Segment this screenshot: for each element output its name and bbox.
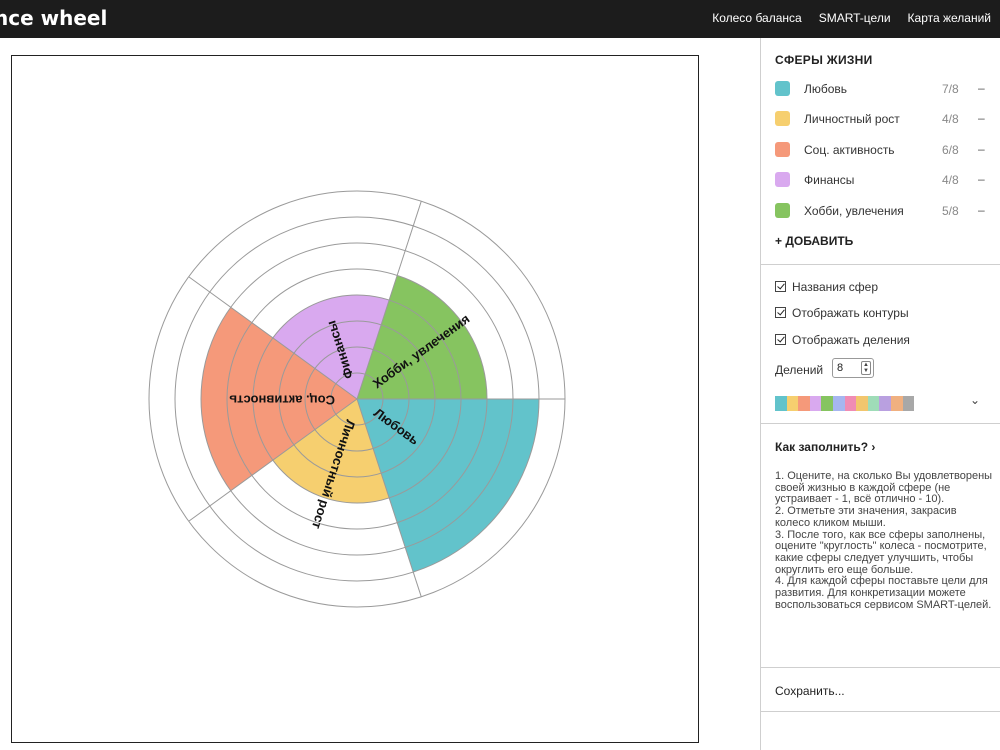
- remove-sphere-button[interactable]: –: [978, 81, 985, 95]
- instruction-item: 2. Отметьте эти значения, закрасив колес…: [775, 505, 957, 529]
- instructions-text: 1. Оцените, на сколько Вы удовлетворены …: [775, 470, 993, 611]
- palette-swatch[interactable]: [879, 396, 891, 411]
- palette-swatch[interactable]: [798, 396, 810, 411]
- divisions-value[interactable]: 8: [837, 362, 843, 374]
- checkbox-checked[interactable]: [775, 334, 786, 345]
- checkbox-checked[interactable]: [775, 281, 786, 292]
- remove-sphere-button[interactable]: –: [978, 203, 985, 217]
- wheel-canvas[interactable]: Любовь Личностный рост Соц. активность Фина…: [11, 55, 699, 743]
- instruction-item: 4. Для каждой сферы поставьте цели для р…: [775, 575, 992, 611]
- palette-swatch[interactable]: [856, 396, 868, 411]
- spheres-title: СФЕРЫ ЖИЗНИ: [775, 53, 873, 67]
- palette-swatch[interactable]: [902, 396, 915, 411]
- checkbox-checked[interactable]: [775, 307, 786, 318]
- divisions-label: Делений: [775, 363, 824, 377]
- instruction-item: 3. После того, как все сферы заполнены, …: [775, 528, 987, 576]
- sphere-color-swatch[interactable]: [775, 81, 790, 96]
- palette-swatch[interactable]: [821, 396, 833, 411]
- palette-swatch[interactable]: [844, 396, 857, 411]
- spheres-section: СФЕРЫ ЖИЗНИ Любовь 7/8 – Личностный рост…: [761, 38, 1000, 265]
- sphere-score: 4/8: [942, 173, 959, 187]
- sidebar: СФЕРЫ ЖИЗНИ Любовь 7/8 – Личностный рост…: [760, 38, 1000, 750]
- sphere-item[interactable]: Любовь 7/8 –: [775, 81, 995, 97]
- chevron-down-icon[interactable]: ⌄: [970, 393, 980, 407]
- nav-smart-goals[interactable]: SMART-цели: [819, 11, 891, 25]
- sphere-color-swatch[interactable]: [775, 142, 790, 157]
- palette-swatch[interactable]: [867, 396, 880, 411]
- sphere-name[interactable]: Хобби, увлечения: [804, 204, 904, 218]
- palette-swatch[interactable]: [832, 396, 845, 411]
- how-to-fill-link[interactable]: Как заполнить? ›: [775, 440, 875, 454]
- checkbox-label[interactable]: Названия сфер: [792, 280, 878, 294]
- sphere-item[interactable]: Хобби, увлечения 5/8 –: [775, 203, 995, 219]
- options-section: Названия сфер Отображать контуры Отображ…: [761, 265, 1000, 424]
- remove-sphere-button[interactable]: –: [978, 111, 985, 125]
- sphere-color-swatch[interactable]: [775, 111, 790, 126]
- sphere-score: 5/8: [942, 204, 959, 218]
- sphere-name[interactable]: Финансы: [804, 173, 854, 187]
- save-section: Сохранить...: [761, 668, 1000, 712]
- save-button[interactable]: Сохранить...: [775, 684, 845, 698]
- app-brand[interactable]: nce wheel: [0, 6, 107, 30]
- sphere-item[interactable]: Финансы 4/8 –: [775, 172, 995, 188]
- palette-swatch[interactable]: [890, 396, 903, 411]
- sphere-color-swatch[interactable]: [775, 172, 790, 187]
- sphere-score: 7/8: [942, 82, 959, 96]
- sphere-name[interactable]: Личностный рост: [804, 112, 900, 126]
- palette-swatch[interactable]: [809, 396, 822, 411]
- instruction-item: 1. Оцените, на сколько Вы удовлетворены …: [775, 470, 993, 506]
- nav-balance-wheel[interactable]: Колесо баланса: [712, 11, 801, 25]
- top-bar: nce wheel Колесо баланса SMART-цели Карт…: [0, 0, 1000, 38]
- segment-label: Соц. активность: [229, 393, 335, 408]
- instructions-section: Как заполнить? › 1. Оцените, на сколько …: [761, 424, 1000, 668]
- sphere-item[interactable]: Соц. активность 6/8 –: [775, 142, 995, 158]
- remove-sphere-button[interactable]: –: [978, 142, 985, 156]
- palette-swatch[interactable]: [775, 396, 787, 411]
- main-nav: Колесо баланса SMART-цели Карта желаний: [712, 11, 991, 25]
- balance-wheel-chart[interactable]: ЛюбовьЛичностный ростСоц. активностьФина…: [12, 56, 698, 742]
- sphere-score: 4/8: [942, 112, 959, 126]
- divisions-stepper[interactable]: 8 ▲ ▼: [832, 358, 874, 378]
- sphere-item[interactable]: Личностный рост 4/8 –: [775, 111, 995, 127]
- add-sphere-button[interactable]: + ДОБАВИТЬ: [775, 234, 853, 248]
- checkbox-label[interactable]: Отображать деления: [792, 333, 910, 347]
- remove-sphere-button[interactable]: –: [978, 172, 985, 186]
- sphere-name[interactable]: Любовь: [804, 82, 847, 96]
- sphere-score: 6/8: [942, 143, 959, 157]
- color-palette[interactable]: [775, 396, 915, 411]
- stepper-arrows-icon[interactable]: ▲ ▼: [861, 361, 871, 375]
- nav-wish-map[interactable]: Карта желаний: [908, 11, 991, 25]
- sphere-name[interactable]: Соц. активность: [804, 143, 895, 157]
- checkbox-label[interactable]: Отображать контуры: [792, 306, 909, 320]
- sphere-color-swatch[interactable]: [775, 203, 790, 218]
- palette-swatch[interactable]: [786, 396, 799, 411]
